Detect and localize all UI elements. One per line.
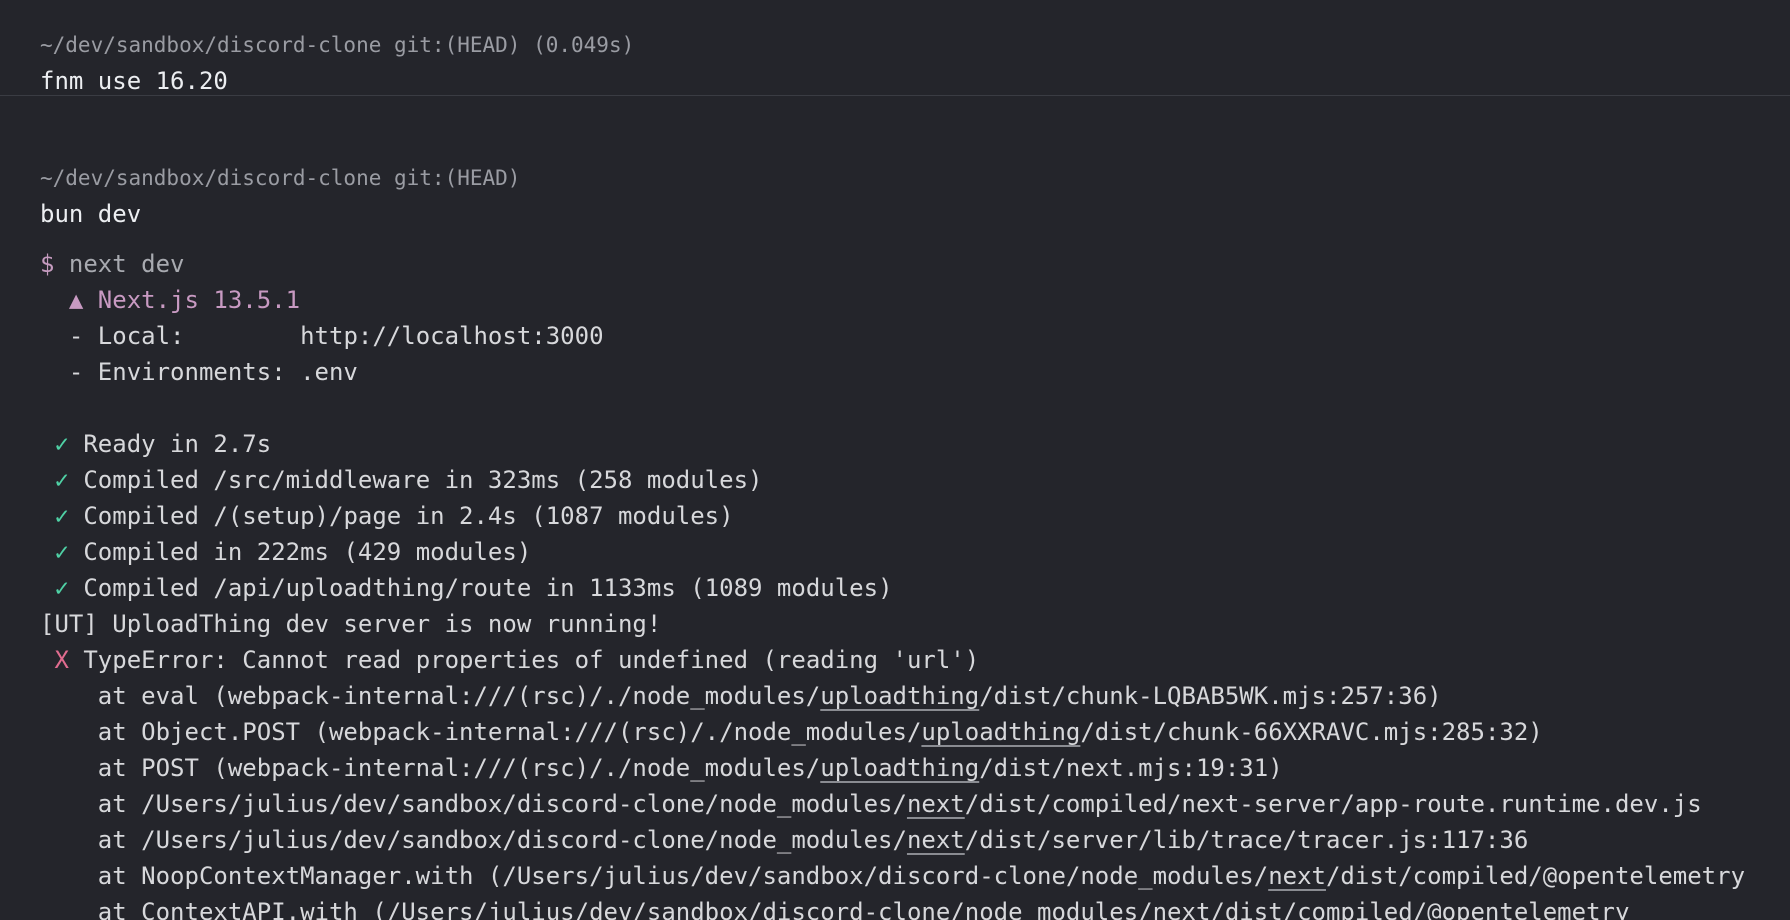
stack-module-link[interactable]: uploadthing <box>820 682 979 710</box>
nextjs-version: Next.js 13.5.1 <box>83 286 301 314</box>
stack-trace-line: at /Users/julius/dev/sandbox/discord-clo… <box>40 786 1745 822</box>
stack-text: /dist/chunk-LQBAB5WK.mjs:257:36) <box>979 682 1442 710</box>
output-line-uploadthing: [UT] UploadThing dev server is now runni… <box>40 610 662 638</box>
stack-text: at /Users/julius/dev/sandbox/discord-clo… <box>40 826 907 854</box>
stack-module-link[interactable]: uploadthing <box>921 718 1080 746</box>
triangle-icon: ▲ <box>40 286 84 314</box>
output-line-nextjs-version: ▲ Next.js 13.5.1 <box>40 282 1745 318</box>
output-line-next-dev: $ next dev <box>40 246 1745 282</box>
stack-trace-line: at Object.POST (webpack-internal:///(rsc… <box>40 714 1745 750</box>
check-text: Compiled /src/middleware in 323ms (258 m… <box>68 466 763 494</box>
stack-module-link[interactable]: next <box>907 826 965 854</box>
output-line-check: ✓ Compiled /api/uploadthing/route in 113… <box>40 570 1745 606</box>
output-line-env: - Environments: .env <box>40 358 358 386</box>
output-line-local: - Local: http://localhost:3000 <box>40 318 1745 354</box>
check-text: Compiled /(setup)/page in 2.4s (1087 mod… <box>68 502 734 530</box>
stack-trace-line: at ContextAPI.with (/Users/julius/dev/sa… <box>40 894 1745 920</box>
stack-trace-line: at POST (webpack-internal:///(rsc)/./nod… <box>40 750 1745 786</box>
check-icon: ✓ <box>40 430 69 458</box>
stack-trace-line: at /Users/julius/dev/sandbox/discord-clo… <box>40 822 1745 858</box>
stack-module-link[interactable]: uploadthing <box>820 754 979 782</box>
stack-text: at eval (webpack-internal:///(rsc)/./nod… <box>40 682 821 710</box>
error-x-icon: X <box>40 646 69 674</box>
prompt-line: ~/dev/sandbox/discord-clone git:(HEAD) <box>40 166 521 190</box>
output-line-type-error: X TypeError: Cannot read properties of u… <box>40 642 1745 678</box>
script-name: next dev <box>54 250 185 278</box>
terminal-window[interactable]: ~/dev/sandbox/discord-clone git:(HEAD) (… <box>0 0 1790 920</box>
stack-trace-line: at eval (webpack-internal:///(rsc)/./nod… <box>40 678 1745 714</box>
stack-text: at POST (webpack-internal:///(rsc)/./nod… <box>40 754 821 782</box>
stack-text: at ContextAPI.with (/Users/julius/dev/sa… <box>40 898 1153 920</box>
check-text: Compiled /api/uploadthing/route in 1133m… <box>68 574 893 602</box>
output-line-check: ✓ Compiled /(setup)/page in 2.4s (1087 m… <box>40 498 1745 534</box>
stack-text: /dist/compiled/@opentelemetry <box>1210 898 1630 920</box>
stack-text: at /Users/julius/dev/sandbox/discord-clo… <box>40 790 907 818</box>
local-label: - Local: <box>40 322 301 350</box>
stack-module-link[interactable]: next <box>907 790 965 818</box>
check-icon: ✓ <box>40 502 69 530</box>
dollar-sign: $ <box>40 250 55 278</box>
command-block-bun-dev[interactable]: ~/dev/sandbox/discord-clone git:(HEAD) b… <box>0 0 1745 920</box>
local-url-link[interactable]: http://localhost:3000 <box>300 322 603 350</box>
stack-text: at Object.POST (webpack-internal:///(rsc… <box>40 718 922 746</box>
command-output: $ next dev ▲ Next.js 13.5.1 - Local: htt… <box>40 246 1745 920</box>
command-line: bun dev <box>40 200 142 228</box>
stack-module-link[interactable]: next <box>1268 862 1326 890</box>
stack-module-link[interactable]: next <box>1153 898 1211 920</box>
type-error-text: TypeError: Cannot read properties of und… <box>68 646 980 674</box>
check-text: Ready in 2.7s <box>68 430 272 458</box>
check-icon: ✓ <box>40 574 69 602</box>
output-line-check: ✓ Ready in 2.7s <box>40 426 1745 462</box>
check-text: Compiled in 222ms (429 modules) <box>68 538 532 566</box>
output-line-blank <box>40 390 1745 426</box>
stack-text: /dist/next.mjs:19:31) <box>979 754 1283 782</box>
output-line-check: ✓ Compiled /src/middleware in 323ms (258… <box>40 462 1745 498</box>
output-line-check: ✓ Compiled in 222ms (429 modules) <box>40 534 1745 570</box>
stack-text: /dist/compiled/next-server/app-route.run… <box>964 790 1702 818</box>
stack-text: /dist/chunk-66XXRAVC.mjs:285:32) <box>1080 718 1543 746</box>
check-icon: ✓ <box>40 466 69 494</box>
stack-text: /dist/server/lib/trace/tracer.js:117:36 <box>964 826 1529 854</box>
check-icon: ✓ <box>40 538 69 566</box>
stack-text: at NoopContextManager.with (/Users/juliu… <box>40 862 1269 890</box>
stack-trace-line: at NoopContextManager.with (/Users/juliu… <box>40 858 1745 894</box>
stack-text: /dist/compiled/@opentelemetry <box>1325 862 1746 890</box>
